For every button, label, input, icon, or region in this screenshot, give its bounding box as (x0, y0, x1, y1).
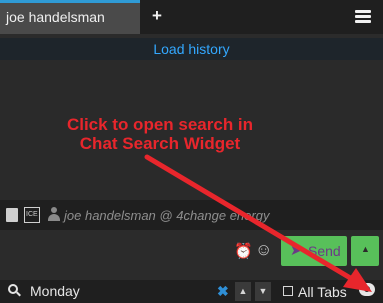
annotation-line-2: Chat Search Widget (79, 134, 241, 153)
compose-area: ⏰ ☺ ➤ Send ▲ (0, 230, 383, 272)
previous-match-button[interactable]: ▲ (235, 282, 251, 301)
clear-search-icon[interactable]: ✖ (217, 283, 229, 300)
search-icon (8, 284, 21, 298)
presence-text: joe handelsman @ 4change energy (64, 208, 270, 223)
alarm-icon[interactable]: ⏰ (234, 242, 253, 260)
load-history-link[interactable]: Load history (153, 41, 229, 57)
presence-bar: ICE joe handelsman @ 4change energy (0, 200, 383, 230)
smiley-icon[interactable]: ☺ (255, 240, 272, 260)
ice-icon[interactable]: ICE (24, 207, 40, 223)
plus-icon[interactable]: + (152, 6, 162, 26)
paper-plane-icon: ➤ (290, 242, 302, 258)
search-input[interactable] (30, 281, 210, 301)
load-history-bar[interactable]: Load history (0, 38, 383, 60)
annotation-line-1: Click to open search in (66, 115, 254, 134)
next-match-button[interactable]: ▼ (255, 282, 271, 301)
caret-up-icon: ▲ (361, 244, 370, 254)
chat-search-icon[interactable] (359, 283, 375, 299)
tab-bar: joe handelsman + (0, 0, 383, 34)
tab-label: joe handelsman (6, 9, 105, 25)
send-options-button[interactable]: ▲ (351, 236, 379, 266)
all-tabs-checkbox[interactable] (283, 286, 293, 296)
all-tabs-label[interactable]: All Tabs (298, 284, 347, 300)
hamburger-menu-icon[interactable] (355, 10, 371, 23)
tab-joe-handelsman[interactable]: joe handelsman (0, 0, 140, 34)
chat-search-bar: ✖ ▲ ▼ All Tabs (0, 280, 383, 303)
send-button[interactable]: ➤ Send (281, 236, 347, 266)
user-icon (48, 207, 60, 221)
send-label: Send (308, 243, 341, 259)
document-icon[interactable] (6, 208, 18, 222)
annotation-text: Click to open search in Chat Search Widg… (40, 115, 280, 153)
